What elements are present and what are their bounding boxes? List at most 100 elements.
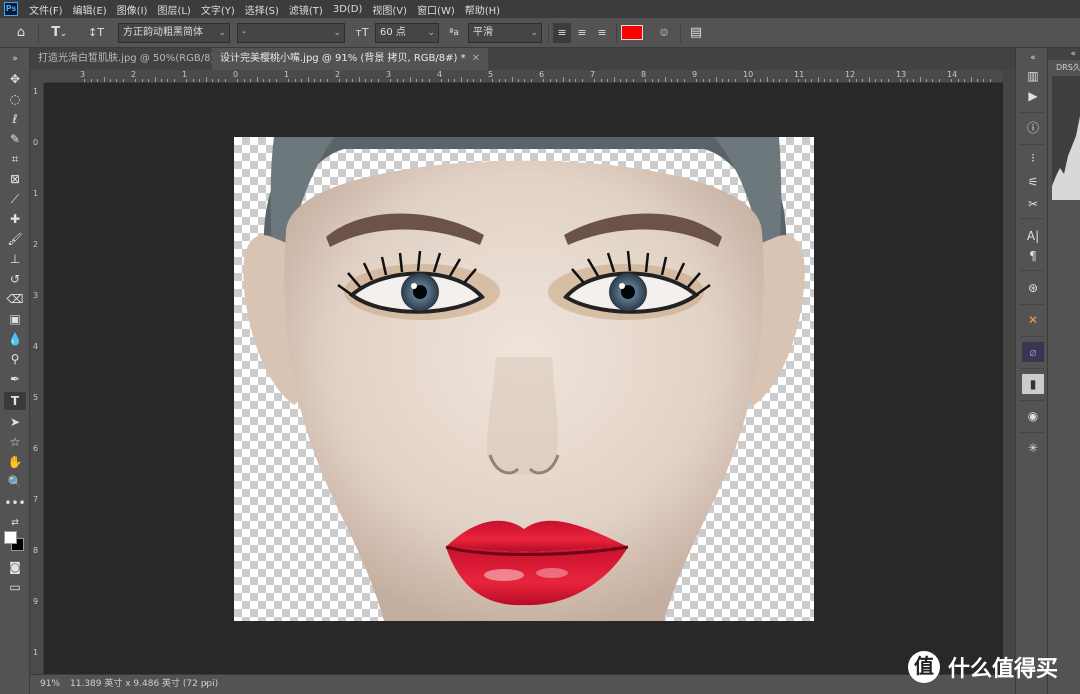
- info-panel-icon[interactable]: ⓘ: [1022, 118, 1044, 138]
- character-panel-icon[interactable]: ▤: [686, 23, 706, 43]
- font-style-value: -: [242, 27, 246, 38]
- zoom-tool-icon[interactable]: 🔍: [4, 473, 26, 491]
- brush-settings-icon[interactable]: ⁝: [1022, 148, 1044, 168]
- ruler-tick: [970, 77, 972, 82]
- align-center-icon[interactable]: ≡: [573, 23, 591, 43]
- adjustments-icon[interactable]: ⚟: [1022, 172, 1044, 192]
- plugin-camera-icon[interactable]: ◉: [1022, 406, 1044, 426]
- text-color-swatch[interactable]: [621, 25, 643, 40]
- document-tab-bar: 打造光滑白皙肌肤.jpg @ 50%(RGB/8)✕ 设计完美樱桃小嘴.jpg …: [30, 48, 1015, 70]
- eyedropper-tool-icon[interactable]: ⟋: [4, 190, 26, 208]
- menu-image[interactable]: 图像(I): [112, 2, 153, 17]
- menu-layer[interactable]: 图层(L): [152, 2, 195, 17]
- text-orientation-icon[interactable]: ↕T: [86, 23, 106, 43]
- ruler-tick-label: 13: [896, 70, 907, 79]
- canvas-scrollbar[interactable]: [1003, 70, 1015, 674]
- font-family-select[interactable]: 方正韵动粗黑简体 ⌄: [118, 23, 230, 43]
- quick-selection-tool-icon[interactable]: ✎: [4, 130, 26, 148]
- type-tool-preset-icon[interactable]: T⌄: [46, 23, 72, 43]
- menu-window[interactable]: 窗口(W): [412, 2, 460, 17]
- menu-edit[interactable]: 编辑(E): [68, 2, 112, 17]
- menu-file[interactable]: 文件(F): [24, 2, 68, 17]
- plugin-tools-icon[interactable]: ✕: [1022, 310, 1044, 330]
- ruler-tick: [498, 79, 500, 82]
- ruler-tick-label: 1: [33, 87, 39, 96]
- hand-tool-icon[interactable]: ✋: [4, 453, 26, 471]
- ruler-tick: [862, 79, 864, 82]
- navigator-icon[interactable]: ⊛: [1022, 278, 1044, 298]
- font-size-select[interactable]: 60 点 ⌄: [375, 23, 439, 43]
- swap-colors-icon[interactable]: ⇄: [4, 514, 26, 532]
- ruler-tick: [218, 79, 220, 82]
- tab-document-1[interactable]: 打造光滑白皙肌肤.jpg @ 50%(RGB/8)✕: [30, 48, 237, 70]
- tool-presets-icon[interactable]: ✂: [1022, 194, 1044, 214]
- plugin-panel-icon[interactable]: ▮: [1022, 374, 1044, 394]
- ruler-tick-label: 3: [386, 70, 392, 79]
- ruler-tick-label: 6: [539, 70, 545, 79]
- clone-stamp-tool-icon[interactable]: ⊥: [4, 250, 26, 268]
- collapse-panel-icon[interactable]: »: [4, 50, 26, 68]
- menu-filter[interactable]: 滤镜(T): [284, 2, 328, 17]
- zoom-level[interactable]: 91%: [40, 675, 60, 693]
- ruler-horizontal[interactable]: 3 2 1 0 1 2 3 4 5 6 7 8 9 10 11 12 13 14: [44, 70, 1003, 83]
- ruler-vertical[interactable]: 1012345678910: [30, 83, 44, 674]
- menu-3d[interactable]: 3D(D): [328, 4, 368, 15]
- document-size-info[interactable]: 11.389 英寸 x 9.486 英寸 (72 ppi): [70, 675, 218, 693]
- antialias-select[interactable]: 平滑 ⌄: [468, 23, 542, 43]
- ruler-tick: [447, 79, 449, 82]
- close-icon[interactable]: ✕: [472, 53, 480, 64]
- blur-tool-icon[interactable]: 💧: [4, 330, 26, 348]
- crop-tool-icon[interactable]: ⌗: [4, 150, 26, 168]
- frame-tool-icon[interactable]: ⊠: [4, 170, 26, 188]
- foreground-color-swatch[interactable]: [4, 531, 17, 544]
- eraser-tool-icon[interactable]: ⌫: [4, 290, 26, 308]
- quick-mask-icon[interactable]: ◙: [4, 558, 26, 576]
- chevron-right-icon[interactable]: ›: [204, 675, 208, 693]
- ruler-tick: [314, 79, 315, 82]
- divider: [1020, 304, 1044, 305]
- home-icon[interactable]: ⌂: [10, 23, 32, 43]
- font-style-select[interactable]: - ⌄: [237, 23, 345, 43]
- character-panel-icon[interactable]: A|: [1022, 226, 1044, 246]
- path-selection-tool-icon[interactable]: ➤: [4, 413, 26, 431]
- screen-mode-icon[interactable]: ▭: [4, 578, 26, 596]
- paragraph-panel-icon[interactable]: ¶: [1022, 246, 1044, 266]
- plugin-eraser-icon[interactable]: ⌀: [1022, 342, 1044, 362]
- ruler-tick: [110, 79, 111, 82]
- align-right-icon[interactable]: ≡: [593, 23, 611, 43]
- lasso-tool-icon[interactable]: ℓ: [4, 110, 26, 128]
- divider: [1020, 218, 1044, 219]
- canvas-area[interactable]: [44, 83, 1003, 674]
- pen-tool-icon[interactable]: ✒: [4, 370, 26, 388]
- move-tool-icon[interactable]: ✥: [4, 70, 26, 88]
- menu-help[interactable]: 帮助(H): [460, 2, 505, 17]
- marquee-tool-icon[interactable]: ◌: [4, 90, 26, 108]
- menu-bar: Ps 文件(F) 编辑(E) 图像(I) 图层(L) 文字(Y) 选择(S) 滤…: [0, 0, 1080, 18]
- history-brush-tool-icon[interactable]: ↺: [4, 270, 26, 288]
- plugin-network-icon[interactable]: ✳: [1022, 438, 1044, 458]
- healing-brush-tool-icon[interactable]: ✚: [4, 210, 26, 228]
- collapse-icon[interactable]: «: [1048, 48, 1080, 60]
- document-image[interactable]: [234, 137, 814, 621]
- collapse-panels-icon[interactable]: «: [1022, 48, 1044, 68]
- brush-tool-icon[interactable]: 🖌: [4, 230, 26, 248]
- menu-type[interactable]: 文字(Y): [196, 2, 240, 17]
- warp-text-icon[interactable]: ⱷ: [654, 23, 674, 43]
- play-action-icon[interactable]: ▶: [1022, 86, 1044, 106]
- ruler-tick: [135, 79, 137, 82]
- menu-view[interactable]: 视图(V): [367, 2, 412, 17]
- shape-tool-icon[interactable]: ☆: [4, 433, 26, 451]
- gradient-tool-icon[interactable]: ▣: [4, 310, 26, 328]
- dodge-tool-icon[interactable]: ⚲: [4, 350, 26, 368]
- more-tools-icon[interactable]: •••: [4, 494, 26, 512]
- options-bar: ⌂ T⌄ ↕T 方正韵动粗黑简体 ⌄ - ⌄ ᴛT 60 点 ⌄ ªa 平滑 ⌄…: [0, 18, 1080, 48]
- ruler-tick: [186, 79, 188, 82]
- font-size-icon: ᴛT: [355, 26, 369, 39]
- menu-select[interactable]: 选择(S): [240, 2, 284, 17]
- type-tool-icon[interactable]: T: [4, 392, 26, 410]
- ruler-tick: [390, 79, 392, 82]
- ruler-tick: [492, 79, 494, 82]
- align-left-icon[interactable]: ≡: [553, 23, 571, 43]
- history-panel-icon[interactable]: ▥: [1022, 66, 1044, 86]
- tab-document-2[interactable]: 设计完美樱桃小嘴.jpg @ 91% (背景 拷贝, RGB/8#) * ✕: [212, 48, 488, 70]
